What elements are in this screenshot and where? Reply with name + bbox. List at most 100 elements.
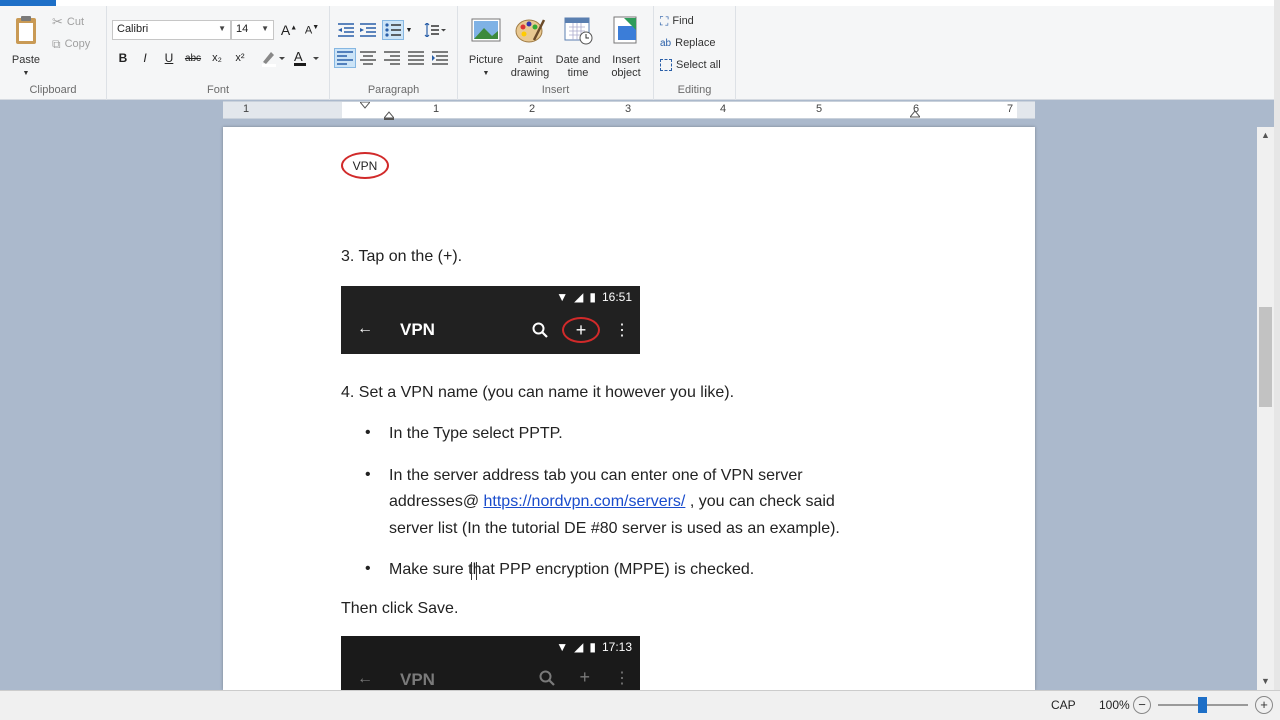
highlight-button[interactable]	[257, 48, 289, 68]
plus-icon: +	[562, 317, 600, 343]
justify-icon	[408, 51, 424, 65]
step-3-text: 3. Tap on the (+).	[341, 248, 463, 265]
underline-button[interactable]: U	[159, 48, 179, 68]
wifi-icon: ▼	[556, 640, 569, 654]
paste-button[interactable]: Paste ▼	[2, 14, 50, 80]
right-indent-marker[interactable]	[910, 110, 920, 118]
zoom-in-button[interactable]: +	[1255, 696, 1273, 714]
zoom-level: 100%	[1099, 698, 1130, 712]
horizontal-ruler[interactable]: 1 1 2 3 4 5 6 7	[223, 101, 1035, 120]
more-vert-icon: ⋮	[614, 669, 630, 687]
cut-label: Cut	[66, 16, 85, 28]
step-4-text: 4. Set a VPN name (you can name it howev…	[341, 384, 735, 401]
clipboard-group: Paste ▼ ✂ Cut ⧉ Copy Clipboard	[0, 6, 107, 100]
align-right-button[interactable]	[382, 48, 402, 68]
decrease-indent-button[interactable]	[336, 20, 356, 40]
date-time-button[interactable]: Date and time	[552, 14, 604, 80]
paint-palette-icon	[515, 19, 546, 43]
window-right-edge	[1274, 0, 1280, 720]
line-spacing-button[interactable]	[422, 20, 448, 40]
cut-button[interactable]: ✂ Cut	[52, 12, 84, 32]
left-indent-marker[interactable]	[384, 110, 394, 120]
copy-button[interactable]: ⧉ Copy	[52, 34, 90, 54]
find-button[interactable]: ⛶ Find	[660, 11, 694, 31]
replace-label: Replace	[675, 37, 716, 49]
strikethrough-label: abc	[184, 52, 202, 64]
bullet-1-text: In the Type select PPTP.	[389, 425, 563, 442]
justify-button[interactable]	[406, 48, 426, 68]
clipboard-icon	[16, 16, 36, 44]
chevron-down-icon: ▼	[261, 24, 269, 33]
scroll-up-arrow[interactable]: ▲	[1257, 127, 1274, 144]
nordvpn-servers-link[interactable]: https://nordvpn.com/servers/	[484, 493, 686, 510]
more-vert-icon: ⋮	[614, 322, 630, 339]
line-spacing-icon	[424, 23, 446, 37]
paste-dropdown-arrow[interactable]: ▼	[2, 67, 50, 80]
binoculars-icon: ⛶	[660, 13, 669, 28]
then-click-save-text: Then click Save.	[341, 600, 459, 617]
phone-title: VPN	[400, 320, 435, 339]
superscript-button[interactable]: x²	[230, 48, 250, 68]
replace-button[interactable]: ab Replace	[660, 33, 715, 53]
scissors-icon: ✂	[52, 14, 63, 29]
vpn-highlight-circle: VPN	[341, 152, 389, 179]
select-all-button[interactable]: Select all	[660, 55, 721, 75]
font-color-button[interactable]: A	[291, 48, 323, 68]
subscript-button[interactable]: x₂	[207, 48, 227, 68]
zoom-out-button[interactable]: −	[1133, 696, 1151, 714]
decrease-indent-icon	[338, 23, 354, 37]
first-line-indent-marker[interactable]	[360, 102, 370, 110]
insert-object-button[interactable]: Insert object	[600, 14, 652, 80]
shrink-font-button[interactable]: A▼	[302, 20, 322, 40]
phone-actions: + ⋮	[532, 317, 630, 343]
bullets-dropdown[interactable]: ▼	[404, 20, 414, 40]
document-page[interactable]: VPN 3. Tap on the (+). ▼ ◢ ▮ 16:51 ← VPN…	[223, 127, 1035, 690]
replace-icon: ab	[660, 37, 672, 49]
signal-icon: ◢	[574, 290, 584, 304]
search-icon	[532, 322, 548, 338]
date-time-label-line2: time	[567, 67, 589, 79]
calendar-clock-icon	[564, 17, 593, 45]
font-color-icon: A	[294, 49, 319, 66]
scroll-down-arrow[interactable]: ▼	[1257, 673, 1274, 690]
phone-screenshot-2: ▼ ◢ ▮ 17:13 ← VPN + ⋮	[341, 636, 640, 690]
insert-object-label-line1: Insert	[612, 54, 640, 66]
date-time-label-line1: Date and	[555, 54, 601, 66]
bullets-button[interactable]	[382, 20, 404, 40]
insert-group: Picture ▼ Paint drawing Date and time In…	[458, 6, 654, 100]
italic-button[interactable]: I	[135, 48, 155, 68]
search-icon	[539, 670, 556, 686]
clipboard-group-label: Clipboard	[29, 84, 77, 96]
wifi-icon: ▼	[556, 290, 569, 304]
font-size-select[interactable]: 14 ▼	[231, 20, 274, 40]
bold-button[interactable]: B	[113, 48, 133, 68]
insert-group-label: Insert	[541, 84, 570, 96]
zoom-slider-thumb[interactable]	[1198, 697, 1207, 713]
underline-label: U	[164, 51, 174, 65]
editing-group-label: Editing	[677, 84, 712, 96]
svg-text:A: A	[294, 49, 303, 64]
paint-drawing-button[interactable]: Paint drawing	[504, 14, 556, 80]
bullet-dot: •	[365, 560, 371, 577]
grow-font-button[interactable]: A▲	[279, 20, 299, 40]
ruler-number: 2	[529, 103, 536, 115]
strikethrough-button[interactable]: abc	[183, 48, 203, 68]
phone-status-bar: ▼ ◢ ▮ 16:51	[556, 290, 632, 304]
font-family-select[interactable]: Calibri ▼	[112, 20, 231, 40]
paragraph-settings-button[interactable]	[430, 48, 450, 68]
vertical-scrollbar[interactable]: ▲ ▼	[1257, 127, 1274, 690]
plus-icon: +	[579, 667, 590, 687]
shrink-font-icon: A▼	[304, 23, 320, 37]
ruler-left-margin	[223, 102, 342, 118]
increase-indent-button[interactable]	[358, 20, 378, 40]
align-left-button[interactable]	[334, 48, 356, 68]
signal-icon: ◢	[574, 640, 584, 654]
align-center-button[interactable]	[358, 48, 378, 68]
caps-lock-indicator: CAP	[1051, 698, 1076, 712]
scrollbar-thumb[interactable]	[1259, 307, 1272, 407]
bullet-2-suffix: , you can check said	[685, 493, 835, 510]
ruler-right-margin	[1017, 102, 1035, 118]
ibeam-cursor	[471, 562, 477, 580]
back-arrow-icon: ←	[357, 320, 373, 337]
ruler-number: 4	[720, 103, 727, 115]
